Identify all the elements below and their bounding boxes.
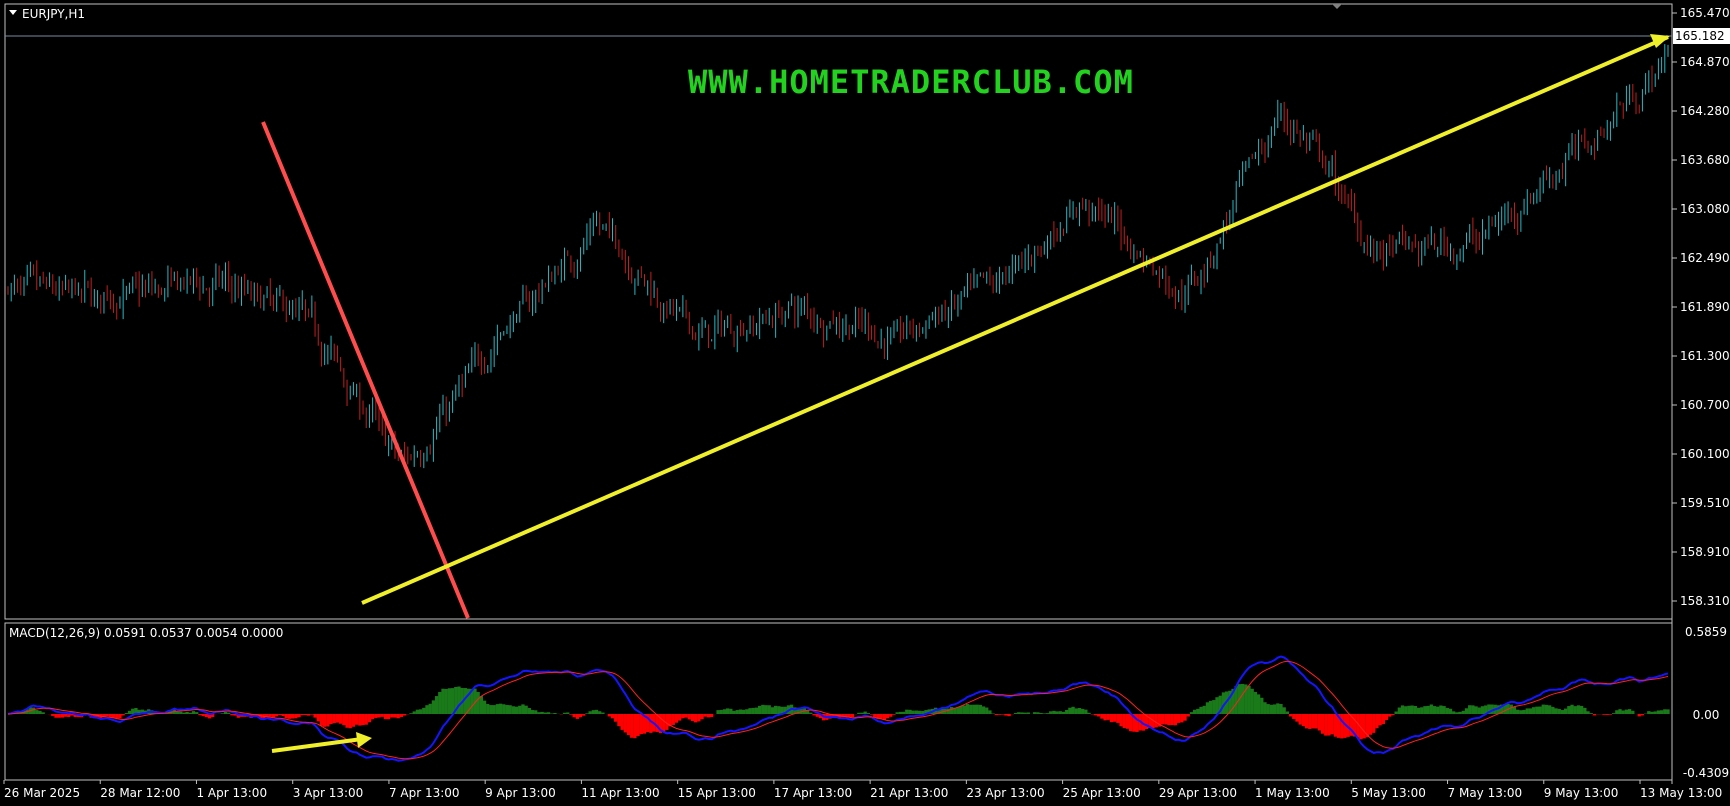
price-axis: 165.470 164.870 164.280 163.680 163.080 162.4… [1672,6,1730,608]
macd-arrowhead [356,732,372,748]
price-tick-label: 159.510 [1680,496,1730,510]
price-tick-label: 161.300 [1680,349,1730,363]
macd-tick-max: 0.5859 [1685,625,1727,639]
price-tick-label: 163.680 [1680,153,1730,167]
time-tick-label: 5 May 13:00 [1351,786,1426,800]
price-tick-label: 162.490 [1680,251,1730,265]
time-tick-label: 7 May 13:00 [1448,786,1523,800]
candlestick-series [7,44,1669,469]
time-tick-label: 28 Mar 12:00 [100,786,180,800]
time-tick-label: 9 May 13:00 [1544,786,1619,800]
price-tick-label: 163.080 [1680,202,1730,216]
price-tick-label: 164.870 [1680,55,1730,69]
time-tick-label: 15 Apr 13:00 [678,786,756,800]
symbol-label: EURJPY,H1 [22,7,85,21]
time-tick-label: 11 Apr 13:00 [581,786,659,800]
time-tick-label: 29 Apr 13:00 [1159,786,1237,800]
up-trendline-arrowhead [1650,34,1670,48]
watermark: WWW.HOMETRADERCLUB.COM [688,63,1134,101]
price-tick-label: 158.310 [1680,594,1730,608]
price-tick-label: 161.890 [1680,300,1730,314]
time-tick-label: 7 Apr 13:00 [389,786,460,800]
time-tick-label: 21 Apr 13:00 [870,786,948,800]
time-tick-label: 3 Apr 13:00 [293,786,364,800]
macd-tick-zero: 0.00 [1693,708,1720,722]
time-tick-label: 1 May 13:00 [1255,786,1330,800]
trading-chart[interactable]: EURJPY,H1 WWW.HOMETRADERCLUB.COM 165.470… [0,0,1730,806]
time-tick-label: 9 Apr 13:00 [485,786,556,800]
price-tick-label: 164.280 [1680,104,1730,118]
macd-label: MACD(12,26,9) 0.0591 0.0537 0.0054 0.000… [9,626,283,640]
down-trendline[interactable] [261,121,470,619]
time-tick-label: 25 Apr 13:00 [1063,786,1141,800]
time-tick-label: 13 May 13:00 [1640,786,1722,800]
time-tick-label: 1 Apr 13:00 [196,786,267,800]
chevron-down-icon[interactable] [9,10,17,15]
macd-tick-min: -0.4309 [1683,766,1729,780]
current-price-label: 165.182 [1675,29,1725,43]
time-axis: 26 Mar 2025 28 Mar 12:00 1 Apr 13:00 3 Apr … [3,780,1722,800]
macd-panel-frame [4,622,1673,781]
time-tick-label: 17 Apr 13:00 [774,786,852,800]
up-trendline[interactable] [361,35,1669,605]
macd-histogram [9,683,1670,740]
price-tick-label: 160.100 [1680,447,1730,461]
time-tick-label: 23 Apr 13:00 [966,786,1044,800]
price-tick-label: 158.910 [1680,545,1730,559]
scroll-marker-icon[interactable] [1332,4,1342,9]
price-tick-label: 165.470 [1680,6,1730,20]
price-tick-label: 160.700 [1680,398,1730,412]
time-tick-label: 26 Mar 2025 [4,786,80,800]
